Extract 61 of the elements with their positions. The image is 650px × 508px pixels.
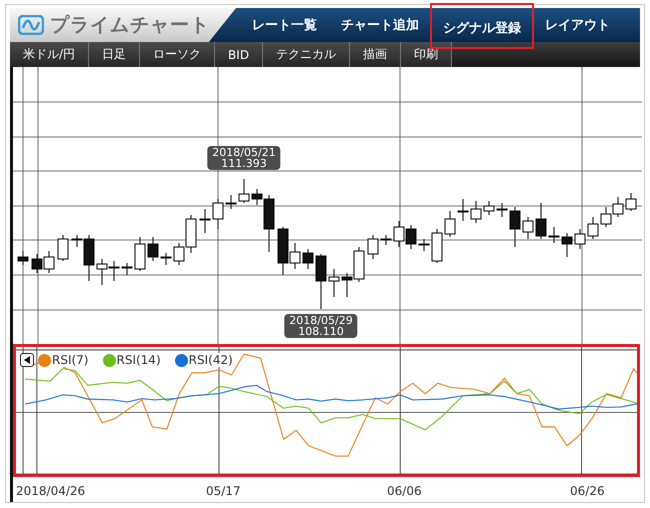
candlestick — [522, 216, 534, 240]
candlestick — [108, 260, 120, 282]
toolbar-button[interactable]: 日足 — [89, 42, 140, 67]
candlestick — [58, 234, 68, 262]
candlestick — [536, 202, 546, 240]
toolbar-button[interactable]: 印刷 — [401, 42, 452, 67]
logo-icon — [18, 15, 44, 35]
candlestick — [316, 254, 326, 310]
candlestick — [32, 254, 42, 274]
axis-label: 05/17 — [206, 484, 241, 498]
price-callout: 2018/05/29 108.110 — [284, 314, 358, 338]
candlestick — [484, 200, 494, 216]
legend-label: RSI(42) — [188, 353, 233, 367]
nav-tab[interactable]: レイアウト — [533, 8, 622, 42]
triangle-left-icon — [24, 356, 30, 364]
app-logo: プライムチャート — [10, 8, 236, 42]
nav-tab[interactable]: チャート追加 — [329, 8, 431, 42]
candlestick — [44, 250, 54, 274]
candlestick — [134, 236, 146, 272]
toolbar-button[interactable]: ローソク — [140, 42, 216, 67]
candlestick — [18, 250, 28, 266]
candlestick — [626, 192, 636, 212]
candlestick — [212, 198, 224, 230]
candlestick — [600, 206, 612, 228]
candlestick — [574, 228, 586, 250]
candlestick — [226, 194, 236, 210]
candlestick — [394, 220, 404, 248]
candlestick — [160, 252, 172, 266]
candlestick — [368, 234, 378, 260]
legend-label: RSI(14) — [116, 353, 161, 367]
candlestick — [612, 196, 624, 218]
candlestick — [380, 234, 392, 246]
candlestick — [200, 208, 210, 234]
candlestick — [148, 236, 158, 262]
collapse-button[interactable] — [20, 353, 34, 367]
candlestick — [588, 216, 598, 240]
candlestick — [302, 248, 314, 270]
candlestick — [432, 228, 442, 264]
toolbar-button[interactable]: テクニカル — [263, 42, 350, 67]
candlestick — [406, 224, 416, 250]
candlestick — [418, 238, 430, 252]
candlestick — [96, 258, 108, 286]
candlestick — [496, 202, 508, 218]
candlestick — [328, 268, 340, 298]
candlestick — [238, 178, 250, 204]
axis-label: 06/06 — [387, 484, 422, 498]
candlestick — [444, 210, 456, 238]
toolbar-button[interactable]: BID — [215, 42, 264, 67]
nav-tab[interactable]: レート一覧 — [240, 8, 329, 42]
candlestick — [122, 262, 132, 276]
toolbar-button[interactable]: 描画 — [350, 42, 402, 67]
candlestick — [470, 200, 482, 224]
axis-label: 2018/04/26 — [16, 484, 86, 498]
legend-label: RSI(7) — [52, 353, 88, 367]
toolbar-button[interactable]: 米ドル/円 — [10, 42, 90, 67]
price-callout: 2018/05/21 111.393 — [207, 146, 281, 170]
candlestick — [548, 226, 560, 244]
candlestick — [562, 232, 572, 258]
candlestick — [458, 198, 468, 222]
candlestick — [510, 206, 520, 248]
axis-label: 06/26 — [570, 484, 605, 498]
